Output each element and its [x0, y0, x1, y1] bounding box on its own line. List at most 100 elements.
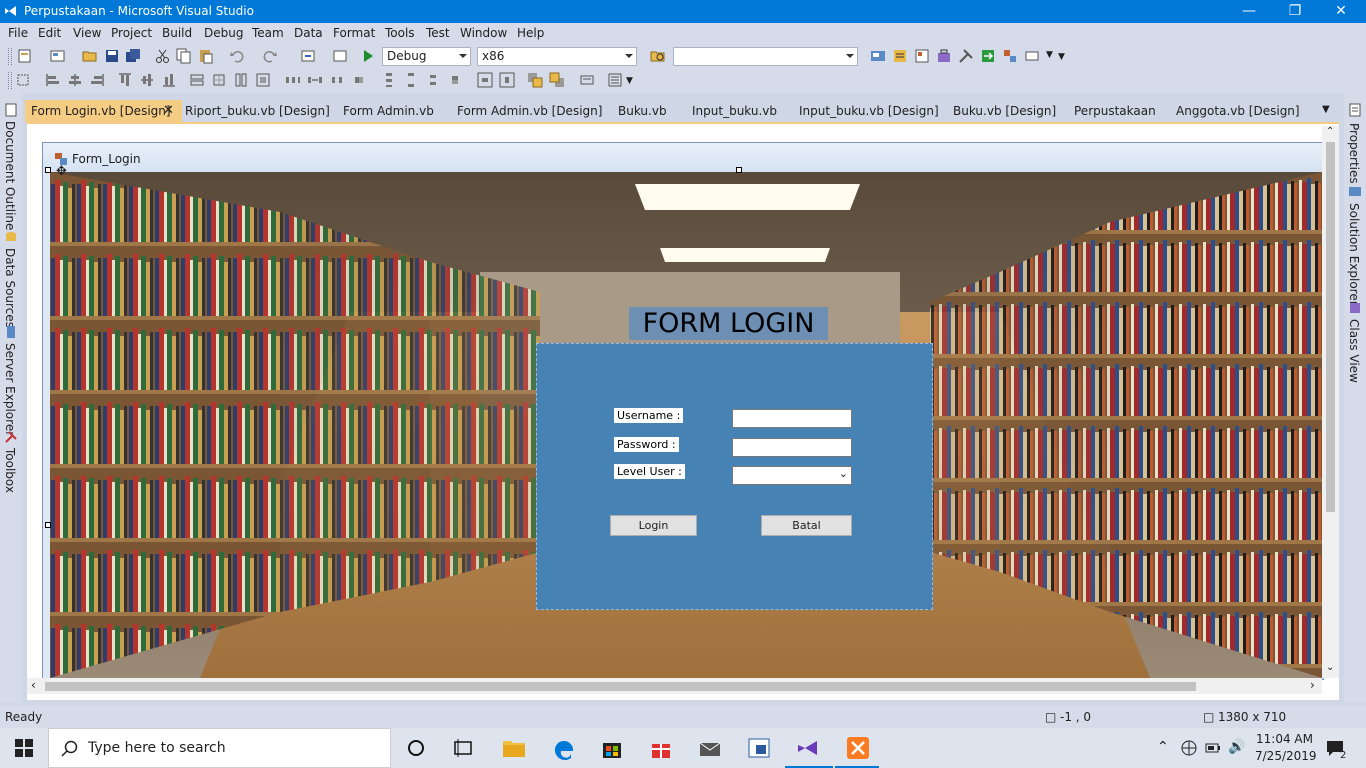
battery-icon[interactable]	[1205, 742, 1221, 754]
menu-team[interactable]: Team	[252, 26, 284, 40]
chevron-down-icon[interactable]: ▼	[1046, 50, 1053, 60]
chevron-up-icon[interactable]: ⌃	[1157, 739, 1169, 755]
center-horizontally-icon[interactable]	[477, 72, 493, 88]
lock-controls-icon[interactable]	[579, 72, 595, 88]
tab-input-buku-design[interactable]: Input_buku.vb [Design]	[793, 100, 945, 122]
remove-vertical-spacing-icon[interactable]	[447, 72, 463, 88]
password-input[interactable]	[732, 438, 852, 457]
scrollbar-thumb[interactable]	[1326, 142, 1335, 512]
tab-form-admin-design[interactable]: Form Admin.vb [Design]	[451, 100, 608, 122]
remove-horizontal-spacing-icon[interactable]	[351, 72, 367, 88]
side-tab-data-sources[interactable]: Data Sources	[3, 248, 17, 328]
tools-icon[interactable]	[958, 48, 974, 64]
menu-debug[interactable]: Debug	[204, 26, 243, 40]
file-explorer-icon[interactable]	[501, 735, 527, 761]
tab-perpustakaan[interactable]: Perpustakaan	[1068, 100, 1162, 122]
chevron-right-icon[interactable]: ›	[1310, 678, 1315, 692]
menu-tools[interactable]: Tools	[385, 26, 415, 40]
make-same-size-icon[interactable]	[255, 72, 271, 88]
make-same-width-icon[interactable]	[189, 72, 205, 88]
increase-vertical-spacing-icon[interactable]	[403, 72, 419, 88]
find-in-files-icon[interactable]	[650, 48, 666, 64]
size-to-grid-icon[interactable]	[211, 72, 227, 88]
side-tab-toolbox[interactable]: Toolbox	[3, 448, 17, 493]
tab-form-login-design[interactable]: Form Login.vb [Design]	[25, 100, 182, 122]
align-tops-icon[interactable]	[117, 72, 133, 88]
toolbar-grip[interactable]	[8, 72, 12, 89]
save-all-icon[interactable]	[125, 48, 141, 64]
send-to-back-icon[interactable]	[549, 72, 565, 88]
align-lefts-icon[interactable]	[45, 72, 61, 88]
username-input[interactable]	[732, 409, 852, 428]
tab-riport-buku-design[interactable]: Riport_buku.vb [Design]	[179, 100, 336, 122]
menu-edit[interactable]: Edit	[38, 26, 61, 40]
align-rights-icon[interactable]	[89, 72, 105, 88]
chevron-down-icon[interactable]: ⌄	[1326, 662, 1334, 673]
toolbox-icon[interactable]	[936, 48, 952, 64]
tab-list-dropdown-icon[interactable]: ▼	[1322, 104, 1330, 115]
align-centers-icon[interactable]	[67, 72, 83, 88]
windows-start-icon[interactable]	[15, 739, 33, 757]
edge-browser-icon[interactable]	[551, 735, 577, 761]
solution-explorer-icon[interactable]	[870, 48, 886, 64]
extension-icon[interactable]	[1002, 48, 1018, 64]
new-project-icon[interactable]	[17, 48, 33, 64]
task-view-icon[interactable]	[450, 735, 476, 761]
volume-icon[interactable]: 🔊	[1228, 739, 1245, 755]
side-tab-solution-explorer[interactable]: Solution Explorer	[1347, 203, 1361, 306]
visual-basic-icon[interactable]	[746, 735, 772, 761]
batal-button[interactable]: Batal	[761, 515, 852, 536]
scrollbar-thumb[interactable]	[45, 682, 1196, 691]
resize-handle[interactable]	[45, 522, 51, 528]
open-folder-icon[interactable]	[82, 48, 98, 64]
object-browser-icon[interactable]	[914, 48, 930, 64]
side-tab-server-explorer[interactable]: Server Explorer	[3, 343, 17, 436]
navigate-forward-icon[interactable]	[332, 48, 348, 64]
vertical-scrollbar[interactable]: ⌃ ⌄	[1322, 126, 1339, 678]
close-icon[interactable]: ✕	[163, 103, 174, 118]
bring-to-front-icon[interactable]	[527, 72, 543, 88]
clock-time[interactable]: 11:04 AM	[1256, 732, 1313, 746]
side-tab-class-view[interactable]: Class View	[1347, 319, 1361, 383]
restore-button[interactable]: ❐	[1272, 0, 1318, 23]
horizontal-spacing-equal-icon[interactable]	[285, 72, 301, 88]
copy-icon[interactable]	[176, 48, 192, 64]
align-middles-icon[interactable]	[139, 72, 155, 88]
undo-icon[interactable]	[229, 48, 245, 64]
save-icon[interactable]	[104, 48, 120, 64]
chevron-left-icon[interactable]: ‹	[31, 678, 36, 692]
resize-handle[interactable]	[736, 167, 742, 173]
clock-date[interactable]: 7/25/2019	[1255, 749, 1317, 763]
level-user-select[interactable]: ⌄	[732, 466, 852, 485]
paste-icon[interactable]	[198, 48, 214, 64]
menu-build[interactable]: Build	[162, 26, 192, 40]
xampp-icon[interactable]	[845, 735, 871, 761]
decrease-vertical-spacing-icon[interactable]	[425, 72, 441, 88]
tab-form-admin[interactable]: Form Admin.vb	[337, 100, 440, 122]
chevron-up-icon[interactable]: ⌃	[1326, 126, 1334, 137]
solution-platform-select[interactable]: x86	[477, 47, 637, 66]
tab-buku[interactable]: Buku.vb	[612, 100, 673, 122]
menu-help[interactable]: Help	[517, 26, 544, 40]
menu-test[interactable]: Test	[426, 26, 450, 40]
mail-icon[interactable]	[697, 735, 723, 761]
solution-configuration-select[interactable]: Debug	[382, 47, 471, 66]
menu-project[interactable]: Project	[111, 26, 152, 40]
minimize-button[interactable]: —	[1226, 0, 1272, 23]
cut-icon[interactable]	[155, 48, 171, 64]
login-button[interactable]: Login	[610, 515, 697, 536]
store-icon[interactable]	[599, 735, 625, 761]
import-icon[interactable]	[980, 48, 996, 64]
window-layout-icon[interactable]	[1024, 48, 1040, 64]
add-item-icon[interactable]	[50, 48, 66, 64]
resize-handle[interactable]	[45, 167, 51, 173]
horizontal-scrollbar[interactable]: ‹ ›	[27, 678, 1322, 694]
network-globe-icon[interactable]	[1181, 740, 1197, 756]
increase-horizontal-spacing-icon[interactable]	[307, 72, 323, 88]
toolbar-overflow-icon[interactable]: ▼	[626, 76, 633, 86]
menu-view[interactable]: View	[73, 26, 101, 40]
menu-file[interactable]: File	[8, 26, 28, 40]
menu-window[interactable]: Window	[460, 26, 507, 40]
center-vertically-icon[interactable]	[499, 72, 515, 88]
visual-studio-icon[interactable]	[795, 735, 821, 761]
